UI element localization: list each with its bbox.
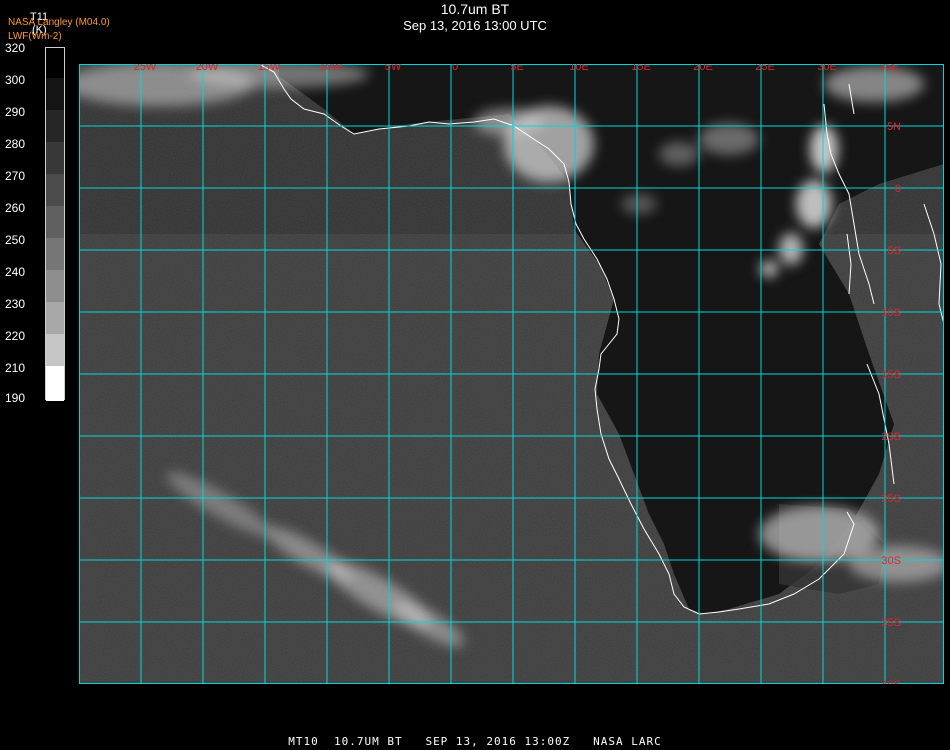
colorbar-tick-label: 290 — [5, 105, 26, 119]
colorbar — [45, 47, 65, 401]
latitude-label: 5S — [888, 245, 901, 257]
map-title: 10.7um BT — [440, 1, 510, 17]
colorbar-tick-label: 190 — [5, 391, 26, 405]
colorbar-tick-label: 270 — [5, 169, 26, 183]
colorbar-tick-label: 260 — [5, 201, 26, 215]
satellite-map: 25W 20W 15W 10W 5W 0 5E 10E 15E 20E 25E 30E 35E 5N 0 5S… — [64, 60, 949, 691]
longitude-label: 20E — [693, 64, 713, 73]
latitude-label: 5N — [887, 121, 901, 133]
longitude-label: 20W — [196, 64, 219, 73]
longitude-label: 25W — [134, 64, 157, 73]
latitude-label: 30S — [881, 555, 901, 567]
colorbar-tick-label: 230 — [5, 297, 26, 311]
colorbar-tick-label: 300 — [5, 73, 26, 87]
longitude-label: 35E — [879, 64, 899, 73]
colorbar-tick-label: 320 — [5, 41, 26, 55]
longitude-label: 5E — [510, 64, 523, 73]
credit-source: NASA Langley (M04.0) — [8, 17, 110, 28]
longitude-label: 10W — [320, 64, 343, 73]
latitude-label: 10S — [881, 307, 901, 319]
colorbar-tick-label: 280 — [5, 137, 26, 151]
longitude-label: 15W — [258, 64, 281, 73]
longitude-label: 5W — [385, 64, 402, 73]
longitude-label: 25E — [755, 64, 775, 73]
longitude-label: 10E — [569, 64, 589, 73]
colorbar-tick-label: 250 — [5, 233, 26, 247]
latitude-label: 15S — [881, 369, 901, 381]
colorbar-tick-label: 210 — [5, 361, 26, 375]
colorbar-tick-label: 220 — [5, 329, 26, 343]
longitude-label: 15E — [631, 64, 651, 73]
latitude-label: 40S — [881, 679, 901, 684]
colorbar-tick-label: 240 — [5, 265, 26, 279]
latitude-label: 35S — [881, 617, 901, 629]
map-timestamp: Sep 13, 2016 13:00 UTC — [403, 18, 547, 33]
longitude-label: 0 — [452, 64, 458, 73]
latitude-label: 20S — [881, 431, 901, 443]
latitude-label: 0 — [895, 183, 901, 195]
latitude-label: 25S — [881, 493, 901, 505]
longitude-label: 30E — [817, 64, 837, 73]
footer-caption: MT10 10.7UM BT SEP 13, 2016 13:00Z NASA … — [288, 735, 662, 748]
